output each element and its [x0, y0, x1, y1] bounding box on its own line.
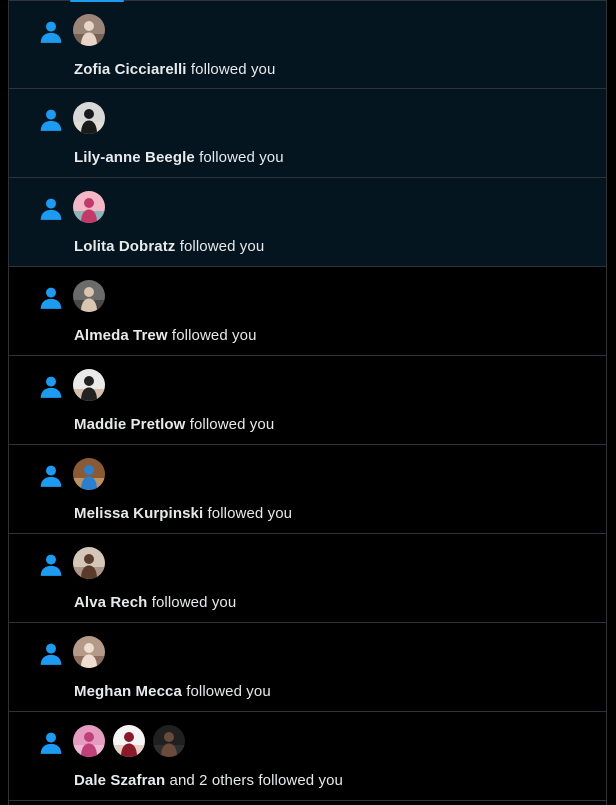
user-name-link[interactable]: Meghan Mecca	[74, 683, 182, 700]
avatar-group	[73, 14, 105, 46]
notification-text: Almeda Trew followed you	[74, 327, 257, 344]
person-icon	[40, 465, 62, 487]
person-icon	[40, 198, 62, 220]
avatar-group	[73, 191, 105, 223]
notification-text: Dale Szafran and 2 others followed you	[74, 772, 343, 789]
notification-item[interactable]: Lolita Dobratz followed you	[9, 178, 606, 267]
user-name-link[interactable]: Alva Rech	[74, 594, 147, 611]
person-icon	[40, 109, 62, 131]
active-tab-indicator	[70, 0, 124, 2]
avatar[interactable]	[73, 725, 105, 757]
avatar[interactable]	[73, 369, 105, 401]
user-name-link[interactable]: Lolita Dobratz	[74, 238, 175, 255]
avatar[interactable]	[73, 280, 105, 312]
notification-item[interactable]: Lily-anne Beegle followed you	[9, 89, 606, 178]
notification-text: Alva Rech followed you	[74, 594, 236, 611]
person-icon	[40, 21, 62, 43]
person-icon	[40, 732, 62, 754]
notification-item[interactable]: Maddie Pretlow followed you	[9, 356, 606, 445]
avatar[interactable]	[73, 191, 105, 223]
person-icon	[40, 376, 62, 398]
notifications-feed: Zofia Cicciarelli followed you Lily-anne…	[8, 0, 607, 805]
notification-item[interactable]: Almeda Trew followed you	[9, 267, 606, 356]
user-name-link[interactable]: Dale Szafran	[74, 772, 165, 789]
user-name-link[interactable]: Melissa Kurpinski	[74, 505, 203, 522]
person-icon	[40, 554, 62, 576]
user-name-link[interactable]: Lily-anne Beegle	[74, 149, 195, 166]
notification-action: followed you	[199, 149, 284, 166]
notification-list: Zofia Cicciarelli followed you Lily-anne…	[9, 0, 606, 801]
avatar[interactable]	[113, 725, 145, 757]
notification-item[interactable]: Alva Rech followed you	[9, 534, 606, 623]
notification-action: followed you	[207, 505, 293, 522]
notification-text: Meghan Mecca followed you	[74, 683, 271, 700]
avatar-group	[73, 280, 105, 312]
notification-action: followed you	[171, 327, 257, 344]
avatar-group	[73, 547, 105, 579]
notification-action: followed you	[179, 238, 265, 255]
avatar[interactable]	[73, 102, 105, 134]
avatar[interactable]	[73, 636, 105, 668]
notification-action: followed you	[151, 594, 237, 611]
notification-text: Maddie Pretlow followed you	[74, 416, 274, 433]
notification-text: Lolita Dobratz followed you	[74, 238, 264, 255]
user-name-link[interactable]: Almeda Trew	[74, 327, 168, 344]
notification-action: and 2 others followed you	[169, 772, 343, 789]
person-icon	[40, 287, 62, 309]
notification-action: followed you	[190, 61, 276, 78]
avatar[interactable]	[73, 547, 105, 579]
user-name-link[interactable]: Zofia Cicciarelli	[74, 61, 187, 78]
notification-item[interactable]: Dale Szafran and 2 others followed you	[9, 712, 606, 801]
avatar[interactable]	[73, 14, 105, 46]
avatar-group	[73, 725, 185, 757]
notification-text: Zofia Cicciarelli followed you	[74, 61, 275, 78]
notification-action: followed you	[189, 416, 275, 433]
avatar-group	[73, 636, 105, 668]
avatar-group	[73, 458, 105, 490]
avatar[interactable]	[73, 458, 105, 490]
avatar[interactable]	[153, 725, 185, 757]
notification-action: followed you	[186, 683, 271, 700]
notification-text: Melissa Kurpinski followed you	[74, 505, 292, 522]
notification-text: Lily-anne Beegle followed you	[74, 149, 284, 166]
notification-item[interactable]: Meghan Mecca followed you	[9, 623, 606, 712]
user-name-link[interactable]: Maddie Pretlow	[74, 416, 185, 433]
avatar-group	[73, 369, 105, 401]
notification-item[interactable]: Melissa Kurpinski followed you	[9, 445, 606, 534]
avatar-group	[73, 102, 105, 134]
notification-item[interactable]: Zofia Cicciarelli followed you	[9, 0, 606, 89]
person-icon	[40, 643, 62, 665]
